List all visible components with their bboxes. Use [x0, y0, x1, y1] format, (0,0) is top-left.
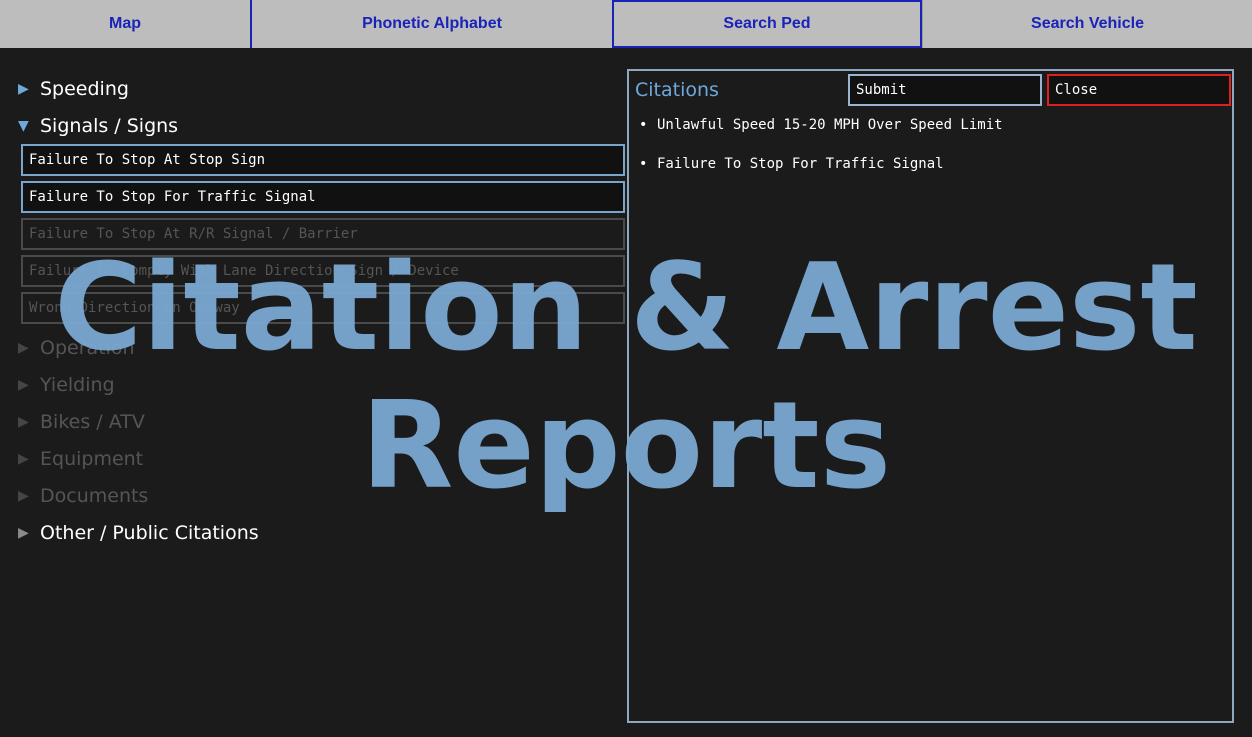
category-label: Documents — [40, 484, 149, 507]
category-label: Bikes / ATV — [40, 410, 145, 433]
caret-right-icon: ▶ — [18, 487, 29, 504]
category-label: Yielding — [40, 373, 115, 396]
caret-right-icon: ▶ — [18, 376, 29, 393]
tab-search-ped[interactable]: Search Ped — [612, 0, 922, 48]
category-label: Equipment — [40, 447, 144, 470]
caret-right-icon: ▶ — [18, 524, 29, 541]
citation-list: • Unlawful Speed 15-20 MPH Over Speed Li… — [639, 117, 1003, 195]
bullet-icon: • — [639, 156, 648, 172]
caret-down-icon: ▼ — [18, 117, 29, 134]
citations-title: Citations — [635, 79, 719, 101]
caret-right-icon: ▶ — [18, 413, 29, 430]
submit-button[interactable]: Submit — [848, 74, 1042, 106]
category-speeding[interactable]: ▶ Speeding — [18, 70, 628, 107]
citation-text: Unlawful Speed 15-20 MPH Over Speed Limi… — [657, 117, 1003, 133]
category-label: Operation — [40, 336, 135, 359]
top-nav: Map Phonetic Alphabet Search Ped Search … — [0, 0, 1252, 48]
caret-right-icon: ▶ — [18, 339, 29, 356]
category-yielding[interactable]: ▶ Yielding — [18, 366, 628, 403]
tab-map[interactable]: Map — [0, 0, 250, 48]
tab-phonetic-alphabet[interactable]: Phonetic Alphabet — [250, 0, 612, 48]
citation-page: Map Phonetic Alphabet Search Ped Search … — [0, 0, 1252, 737]
category-label: Signals / Signs — [40, 114, 179, 137]
citations-panel: Citations Submit Close • Unlawful Speed … — [627, 69, 1234, 723]
category-operation[interactable]: ▶ Operation — [18, 329, 628, 366]
tab-search-vehicle[interactable]: Search Vehicle — [922, 0, 1252, 48]
category-label: Other / Public Citations — [40, 521, 259, 544]
violation-category-list: ▶ Speeding ▼ Signals / Signs Failure To … — [18, 70, 628, 551]
violation-item[interactable]: Failure To Stop At Stop Sign — [21, 144, 625, 176]
citation-item: • Failure To Stop For Traffic Signal — [639, 156, 1003, 195]
category-equipment[interactable]: ▶ Equipment — [18, 440, 628, 477]
category-documents[interactable]: ▶ Documents — [18, 477, 628, 514]
bullet-icon: • — [639, 117, 648, 133]
caret-right-icon: ▶ — [18, 80, 29, 97]
close-button[interactable]: Close — [1047, 74, 1231, 106]
violation-item[interactable]: Failure To Stop At R/R Signal / Barrier — [21, 218, 625, 250]
violation-item[interactable]: Wrong Direction On Oneway — [21, 292, 625, 324]
category-signals-signs[interactable]: ▼ Signals / Signs — [18, 107, 628, 144]
citation-text: Failure To Stop For Traffic Signal — [657, 156, 944, 172]
category-bikes-atv[interactable]: ▶ Bikes / ATV — [18, 403, 628, 440]
violation-item[interactable]: Failure To Comply With Lane Direction Si… — [21, 255, 625, 287]
caret-right-icon: ▶ — [18, 450, 29, 467]
citation-item: • Unlawful Speed 15-20 MPH Over Speed Li… — [639, 117, 1003, 156]
category-label: Speeding — [40, 77, 129, 100]
category-other-public[interactable]: ▶ Other / Public Citations — [18, 514, 628, 551]
violation-item[interactable]: Failure To Stop For Traffic Signal — [21, 181, 625, 213]
